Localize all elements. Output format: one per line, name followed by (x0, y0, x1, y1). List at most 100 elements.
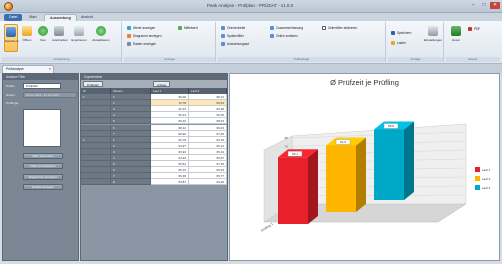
document-tab[interactable]: Prüfanalyse × (2, 65, 54, 73)
data-label: 64,9 (340, 140, 346, 144)
ausdrucken-button[interactable]: Ausdrucken (52, 24, 68, 52)
bar-side (404, 121, 414, 200)
maximize-button[interactable]: □ (479, 2, 489, 9)
filter-zuruecksetzen-button[interactable]: Filter zurücksetzen (23, 163, 63, 169)
speichern-button[interactable]: Speichern (4, 24, 19, 52)
zeilen-sortieren-button[interactable]: Zeilen sortieren (270, 33, 298, 39)
datum-label: Datum: (6, 93, 16, 97)
average-icon (178, 25, 182, 30)
ribbon-group-auswertung: Speichern Öffnen Neu Ausdrucken Exportie… (2, 22, 122, 62)
y-tick-label: 70 (285, 144, 289, 148)
vorlage-speichern-button[interactable]: Speichern (391, 30, 411, 36)
cell-lauf1[interactable]: 63,87 (151, 179, 189, 186)
legend-swatch (475, 167, 480, 172)
legend-swatch (475, 185, 480, 190)
folder-icon (22, 26, 32, 36)
bar-side (308, 149, 318, 224)
x-axis-label: Prüfling 1 (260, 222, 274, 233)
app-menu-orb-icon[interactable] (4, 2, 13, 11)
data-label: 65,1 (292, 152, 298, 156)
analysis-type-icon (221, 41, 225, 46)
legend-label: Lauf 1 (482, 168, 491, 172)
group-chip-anlage[interactable]: Anlage (153, 81, 171, 87)
group-label: Anzeige (124, 57, 215, 62)
tab-auswertung[interactable]: Auswertung (44, 14, 77, 21)
tab-ansicht[interactable]: Ansicht (76, 14, 98, 21)
vorlage-laden-button[interactable]: Laden (391, 40, 406, 46)
group-chip-pruefplatz[interactable]: Prüfplatz (83, 81, 103, 87)
exportieren-button[interactable]: Exportieren (70, 24, 88, 52)
group-label: Vorlage (388, 57, 443, 62)
excel-export-button[interactable]: Excel (448, 24, 464, 52)
new-icon (38, 26, 48, 36)
group-label: Export (446, 57, 500, 62)
settings-icon (428, 26, 438, 36)
bar (374, 129, 404, 200)
filter-panel: Analyse Filter Prüfer: Prüfplatz Datum: … (2, 73, 79, 261)
prueflinge-list[interactable] (23, 109, 61, 147)
raster-anzeigen-button[interactable]: Raster anzeigen (127, 41, 156, 47)
close-button[interactable]: ✕ (490, 2, 500, 9)
sort-icon (270, 33, 274, 38)
table-row[interactable]: 8 63,87 64,20 (81, 179, 227, 186)
save-template-icon (391, 30, 395, 35)
spaltenfilter-button[interactable]: Spaltenfilter (221, 33, 244, 39)
ribbon-group-export: Excel PDF Export (446, 22, 500, 62)
group-label: Prüfvorlage (218, 57, 385, 62)
ribbon-group-anzeige: Werte anzeigen Diagramm anzeigen Raster … (124, 22, 216, 62)
legend-label: Lauf 3 (482, 186, 491, 190)
mittelwert-button[interactable]: Mittelwert (178, 25, 198, 31)
grid-icon (127, 41, 131, 46)
datum-input[interactable]: 01.01.2024 - 31.12.2024 (23, 92, 77, 98)
bar (326, 145, 356, 212)
column-filter-icon (221, 33, 225, 38)
oeffnen-button[interactable]: Öffnen (20, 24, 34, 52)
cell-group[interactable] (81, 179, 111, 186)
ergebnisse-anzeigen-button[interactable]: Ergebnisse anzeigen (23, 174, 63, 180)
text-icon (221, 25, 225, 30)
export-icon (74, 26, 84, 36)
prueflinge-label: Prüflinge: (6, 101, 20, 105)
chart-panel: Ø Prüfzeit je Prüfling 01020304050607080… (229, 73, 500, 261)
summary-icon (270, 25, 274, 30)
zeilenfilter-toggle[interactable]: Zeilenfilter aktivieren (322, 25, 357, 31)
window-title: Peak Analyse - Prüfplan - PRÜDAT - v1.0.… (206, 3, 294, 8)
chart-icon (127, 33, 131, 38)
ribbon-tab-row: Datei Start Auswertung Ansicht (0, 13, 502, 21)
cell-messer[interactable]: 8 (111, 179, 151, 186)
legend-swatch (475, 176, 480, 181)
einstellungen-button[interactable]: Einstellungen (424, 24, 442, 52)
zusammenfassung-button[interactable]: Zusammenfassung (270, 25, 303, 31)
cell-lauf2[interactable]: 64,20 (189, 179, 227, 186)
results-grid-panel: Ergebnisliste Prüfplatz Anlage Nr. Messe… (80, 73, 228, 261)
close-tab-icon[interactable]: × (49, 66, 51, 73)
tab-start[interactable]: Start (24, 14, 42, 21)
document-tab-row: Prüfanalyse × (0, 64, 502, 73)
pruefer-input[interactable]: Prüfplatz (23, 83, 61, 89)
load-template-icon (391, 40, 395, 45)
checkbox-icon (322, 25, 326, 30)
legend-label: Lauf 2 (482, 177, 491, 181)
filter-anwenden-button[interactable]: Filter anwenden (23, 153, 63, 159)
pdf-icon (468, 26, 472, 31)
aktualisieren-button[interactable]: Aktualisieren (90, 24, 112, 52)
diagramm-anzeigen-button[interactable]: Diagramm anzeigen (127, 33, 162, 39)
neu-button[interactable]: Neu (36, 24, 50, 52)
auswertungsart-button[interactable]: Auswertungsart (221, 41, 249, 47)
bar (278, 157, 308, 224)
excel-icon (451, 26, 461, 36)
filter-panel-title: Analyse Filter (3, 74, 78, 80)
grid-body: 1 1 66,00 68,12 2 72,78 69,54 3 62,34 66,38 4 65,23… (81, 94, 227, 214)
bar-side (356, 137, 366, 212)
bar-chart: 0102030405060708065,164,968,8Prüfling 1L… (260, 121, 491, 233)
tab-datei[interactable]: Datei (4, 14, 23, 21)
data-label: 68,8 (388, 124, 394, 128)
ribbon: Speichern Öffnen Neu Ausdrucken Exportie… (0, 21, 502, 64)
zeichenkette-button[interactable]: Zeichenkette (221, 25, 245, 31)
details-anzeigen-button[interactable]: Details anzeigen (23, 184, 63, 190)
ribbon-group-pruefvorlage: Zeichenkette Spaltenfilter Auswertungsar… (218, 22, 386, 62)
pdf-export-button[interactable]: PDF (468, 26, 480, 32)
werte-anzeigen-button[interactable]: Werte anzeigen (127, 25, 155, 31)
y-tick-label: 80 (285, 136, 289, 140)
minimize-button[interactable]: – (468, 2, 478, 9)
